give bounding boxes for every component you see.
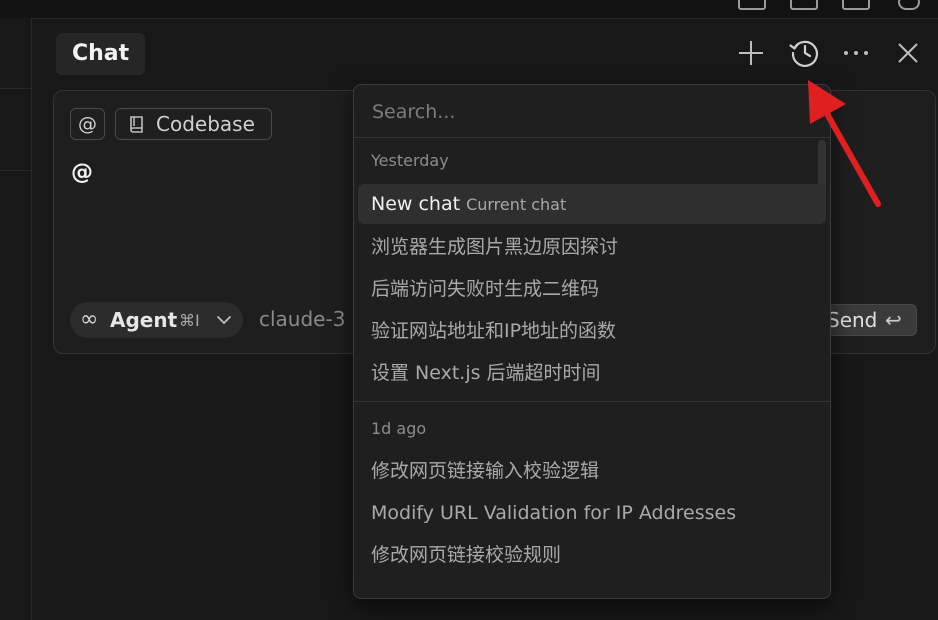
history-item-label: New chat xyxy=(371,193,461,215)
section-header-1d-ago: 1d ago xyxy=(371,419,427,438)
title-bar xyxy=(0,0,938,19)
codebase-label: Codebase xyxy=(156,112,255,136)
more-options-button[interactable] xyxy=(838,35,874,71)
sidebar-icon[interactable] xyxy=(842,0,870,10)
model-selector[interactable]: claude-3 xyxy=(259,307,345,331)
chat-tab[interactable]: Chat xyxy=(56,33,146,75)
history-item[interactable]: 后端访问失败时生成二维码 xyxy=(358,269,826,309)
history-item[interactable]: 修改网页链接输入校验逻辑 xyxy=(358,451,826,491)
divider xyxy=(354,137,830,138)
current-chat-badge: Current chat xyxy=(466,195,567,214)
return-icon: ↩ xyxy=(885,308,902,332)
infinity-icon: ∞ xyxy=(80,307,99,332)
history-item[interactable]: 浏览器生成图片黑边原因探讨 xyxy=(358,227,826,267)
new-chat-button[interactable] xyxy=(733,35,769,71)
composer-input-text[interactable]: @ xyxy=(71,160,93,185)
divider xyxy=(0,170,31,171)
history-search-input[interactable] xyxy=(370,95,814,129)
codebase-context-chip[interactable]: Codebase xyxy=(115,108,272,140)
history-icon xyxy=(789,40,819,67)
plus-icon xyxy=(739,41,763,65)
divider xyxy=(354,401,830,402)
history-item[interactable]: 验证网站地址和IP地址的函数 xyxy=(358,311,826,351)
history-item-current[interactable]: New chat Current chat xyxy=(358,184,826,224)
close-panel-button[interactable] xyxy=(890,35,926,71)
more-icon xyxy=(844,51,868,55)
annotation-arrow-icon xyxy=(808,80,881,207)
history-button[interactable] xyxy=(787,35,823,71)
layout-icon[interactable] xyxy=(738,0,766,10)
chat-history-dropdown: Yesterday New chat Current chat 浏览器生成图片黑边… xyxy=(353,84,831,599)
section-header-yesterday: Yesterday xyxy=(371,151,449,170)
history-item[interactable]: 修改网页链接校验规则 xyxy=(358,535,826,575)
panel-icon[interactable] xyxy=(790,0,818,10)
history-item[interactable]: 设置 Next.js 后端超时时间 xyxy=(358,353,826,393)
agent-shortcut: ⌘I xyxy=(179,311,200,330)
send-label: Send xyxy=(827,308,878,332)
chevron-down-icon xyxy=(217,316,231,324)
agent-label: Agent xyxy=(110,308,178,332)
send-button[interactable]: Send ↩ xyxy=(818,304,917,336)
close-icon xyxy=(898,43,918,63)
divider xyxy=(0,88,31,89)
agent-mode-selector[interactable]: ∞ Agent ⌘I xyxy=(70,302,243,338)
history-item[interactable]: Modify URL Validation for IP Addresses xyxy=(358,493,826,533)
editor-sidebar-strip xyxy=(0,18,32,620)
mention-button[interactable]: @ xyxy=(70,108,105,140)
book-icon xyxy=(130,116,143,133)
settings-icon[interactable] xyxy=(898,0,920,10)
